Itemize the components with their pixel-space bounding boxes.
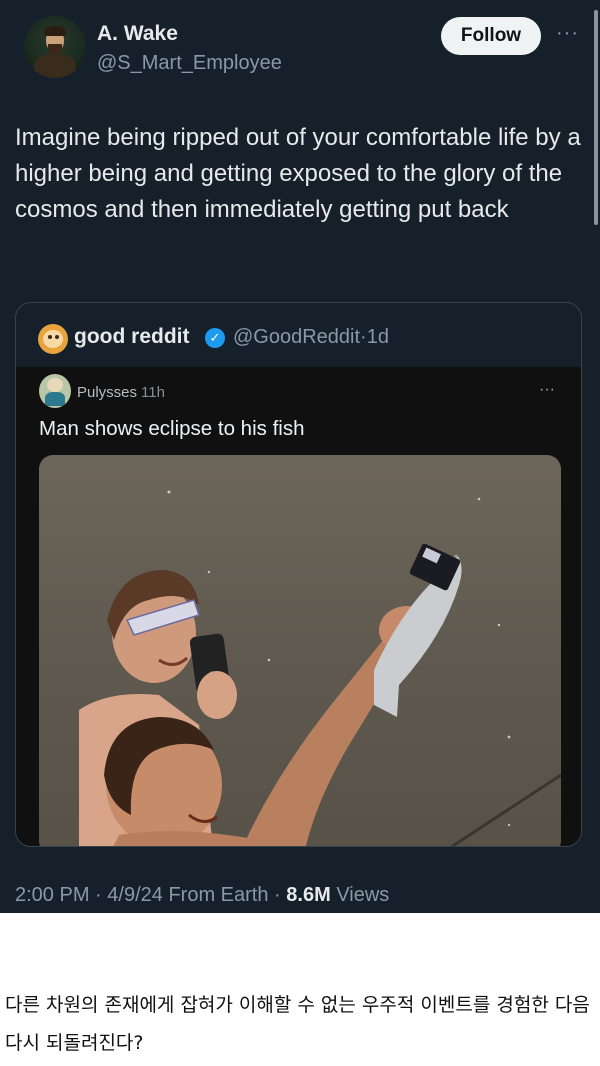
tweet-text: Imagine being ripped out of your comfort…	[15, 124, 581, 223]
quote-handle-text: @GoodReddit	[233, 326, 361, 348]
reddit-post-screenshot: Pulysses 11h ··· Man shows eclipse to his…	[16, 367, 581, 846]
meta-separator: ·	[95, 884, 102, 906]
author-avatar[interactable]	[24, 16, 86, 78]
more-horizontal-icon[interactable]: ···	[556, 22, 579, 45]
quoted-tweet[interactable]: good reddit ✓ @GoodReddit·1d Pulysses 11h…	[15, 302, 582, 847]
scrollbar[interactable]	[594, 10, 598, 225]
quote-age: 1d	[366, 326, 389, 348]
reddit-post-time: 11h	[141, 384, 165, 401]
quote-author-handle: @GoodReddit·1d	[233, 326, 389, 349]
author-handle[interactable]: @S_Mart_Employee	[97, 52, 282, 75]
tweet-source: From Earth	[168, 884, 269, 906]
reddit-username: Pulysses	[77, 384, 138, 401]
reddit-user-avatar	[39, 374, 71, 408]
reddit-more-icon: ···	[539, 381, 555, 398]
caption-text: 다른 차원의 존재에게 잡혀가 이해할 수 없는 우주적 이벤트를 경험한 다음…	[5, 994, 590, 1054]
reddit-post-meta: Pulysses 11h	[77, 384, 165, 401]
quote-separator: ·	[360, 326, 367, 348]
reddit-post-title: Man shows eclipse to his fish	[39, 417, 305, 440]
meta-separator: ·	[274, 884, 281, 906]
views-count[interactable]: 8.6M	[286, 884, 330, 906]
author-display-name[interactable]: A. Wake	[97, 22, 178, 46]
verified-badge-icon: ✓	[205, 328, 225, 348]
tweet-time[interactable]: 2:00 PM	[15, 884, 89, 906]
quote-author-name: good reddit	[74, 325, 190, 348]
quote-author-avatar	[38, 324, 68, 354]
eclipse-fish-photo	[39, 455, 561, 846]
views-label: Views	[336, 884, 390, 906]
follow-button[interactable]: Follow	[441, 17, 541, 55]
tweet-date[interactable]: 4/9/24	[107, 884, 163, 906]
tweet-card: A. Wake @S_Mart_Employee Follow ··· Imag…	[0, 0, 600, 913]
tweet-meta: 2:00 PM · 4/9/24 From Earth · 8.6M Views	[15, 884, 389, 907]
